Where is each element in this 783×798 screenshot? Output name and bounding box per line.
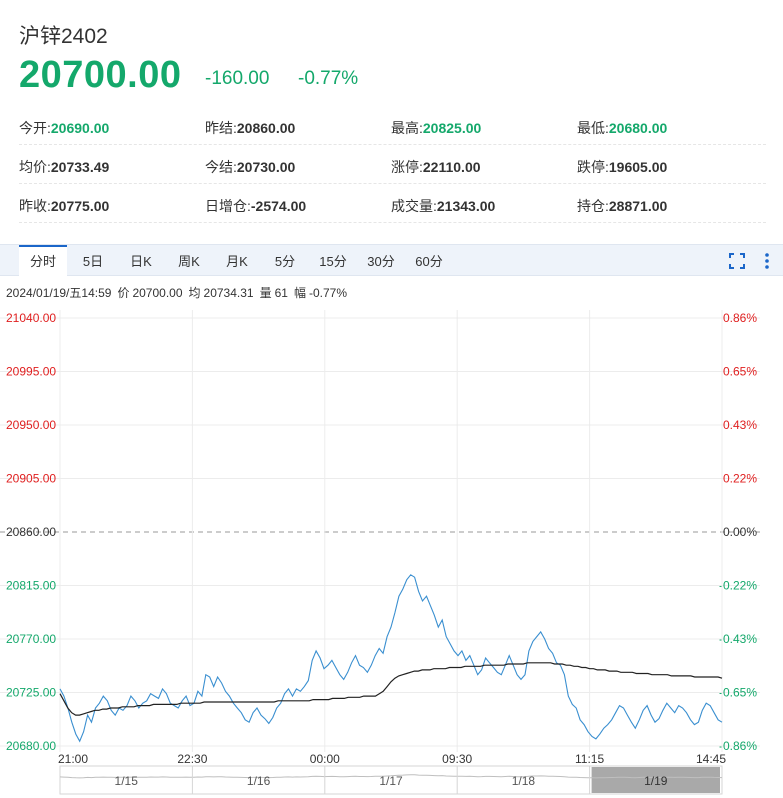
- chart-period-tabs: 分时 5日 日K 周K 月K 5分 15分 30分 60分: [0, 244, 783, 276]
- info-datetime: 2024/01/19/五14:59: [6, 286, 112, 300]
- stat-item: 最高:20825.00: [391, 118, 481, 138]
- y-tick-label-left: 20950.00: [6, 418, 56, 432]
- tab-period[interactable]: 分时: [19, 245, 67, 276]
- tab-period[interactable]: 15分: [313, 245, 353, 276]
- stat-label: 涨停:: [391, 159, 423, 175]
- x-tick-label: 21:00: [58, 752, 88, 766]
- stat-value: 20733.49: [50, 159, 110, 175]
- y-tick-label-left: 20905.00: [6, 472, 56, 486]
- stat-label: 最低:: [577, 120, 609, 136]
- stats-row: 昨收:20775.00 日增仓:-2574.00 成交量:21343.00 持仓:28…: [19, 184, 766, 223]
- info-price: 20700.00: [132, 286, 183, 300]
- y-tick-label-left: 20860.00: [6, 525, 56, 539]
- stat-item: 今结:20730.00: [205, 157, 295, 177]
- tab-period[interactable]: 30分: [361, 245, 401, 276]
- stat-item: 涨停:22110.00: [391, 157, 481, 177]
- y-tick-label-right: -0.86%: [719, 739, 757, 753]
- y-tick-label-right: 0.43%: [723, 418, 757, 432]
- y-tick-label-left: 20815.00: [6, 579, 56, 593]
- y-tick-label-right: -0.43%: [719, 632, 757, 646]
- y-tick-label-left: 20995.00: [6, 365, 56, 379]
- stat-label: 今开:: [19, 120, 51, 136]
- stats-row: 均价:20733.49 今结:20730.00 涨停:22110.00 跌停:1960…: [19, 145, 766, 184]
- stat-item: 最低:20680.00: [577, 118, 667, 138]
- stat-label: 跌停:: [577, 159, 609, 175]
- stat-label: 最高:: [391, 120, 423, 136]
- price-change: -160.00: [205, 68, 270, 89]
- navigator-date-label: 1/17: [379, 774, 403, 788]
- stat-item: 跌停:19605.00: [577, 157, 667, 177]
- x-tick-label: 00:00: [310, 752, 340, 766]
- last-price: 20700.00: [19, 54, 182, 96]
- info-vol-label: 量: [259, 286, 272, 300]
- x-tick-label: 09:30: [442, 752, 472, 766]
- navigator-date-label: 1/15: [115, 774, 139, 788]
- stat-value: 20690.00: [50, 120, 110, 136]
- x-tick-label: 11:15: [575, 752, 604, 766]
- stat-item: 日增仓:-2574.00: [205, 196, 306, 216]
- stat-value: 19605.00: [608, 159, 668, 175]
- y-tick-label-left: 21040.00: [6, 311, 56, 325]
- stat-item: 昨结:20860.00: [205, 118, 295, 138]
- stat-item: 成交量:21343.00: [391, 196, 495, 216]
- stat-item: 持仓:28871.00: [577, 196, 667, 216]
- stats-row: 今开:20690.00 昨结:20860.00 最高:20825.00 最低:2068…: [19, 106, 766, 145]
- intraday-price-chart[interactable]: 21040.00 0.86% 20995.00 0.65% 20950.00 0.43% 2…: [0, 300, 783, 798]
- info-price-label: 价: [117, 286, 130, 300]
- navigator-date-label: 1/18: [512, 774, 536, 788]
- price-line: [59, 574, 723, 743]
- navigator-date-label: 1/16: [247, 774, 271, 788]
- stat-label: 成交量:: [391, 198, 437, 214]
- fullscreen-icon[interactable]: [728, 252, 746, 270]
- stat-label: 日增仓:: [205, 198, 251, 214]
- info-avg: 20734.31: [203, 286, 254, 300]
- y-tick-label-right: -0.65%: [719, 686, 757, 700]
- y-tick-label-left: 20725.00: [6, 686, 56, 700]
- crosshair-info-line: 2024/01/19/五14:59 价 20700.00 均 20734.31 量 61 幅 -…: [6, 284, 353, 301]
- stat-value: 28871.00: [608, 198, 668, 214]
- stat-value: 22110.00: [422, 159, 481, 175]
- stat-label: 今结:: [205, 159, 237, 175]
- info-vol: 61: [274, 286, 288, 300]
- stat-label: 持仓:: [577, 198, 609, 214]
- info-avg-label: 均: [188, 286, 201, 300]
- quote-stats-panel: 今开:20690.00 昨结:20860.00 最高:20825.00 最低:2068…: [19, 106, 766, 223]
- x-tick-label: 22:30: [177, 752, 207, 766]
- stat-value: -2574.00: [250, 198, 307, 214]
- stat-label: 昨收:: [19, 198, 51, 214]
- stat-value: 20860.00: [236, 120, 296, 136]
- stat-item: 均价:20733.49: [19, 157, 109, 177]
- stat-value: 20730.00: [236, 159, 296, 175]
- stat-item: 昨收:20775.00: [19, 196, 109, 216]
- contract-title: 沪锌2402: [19, 25, 108, 48]
- y-tick-label-left: 20770.00: [6, 632, 56, 646]
- tab-period[interactable]: 日K: [121, 245, 161, 276]
- stat-value: 20775.00: [50, 198, 110, 214]
- stat-value: 20680.00: [608, 120, 668, 136]
- tab-period[interactable]: 月K: [217, 245, 257, 276]
- navigator-date-label: 1/19: [644, 774, 668, 788]
- tab-period[interactable]: 周K: [169, 245, 209, 276]
- y-tick-label-right: -0.22%: [719, 579, 757, 593]
- tab-period[interactable]: 60分: [409, 245, 449, 276]
- stat-label: 昨结:: [205, 120, 237, 136]
- y-tick-label-right: 0.86%: [723, 311, 757, 325]
- y-tick-label-right: 0.65%: [723, 365, 757, 379]
- stat-label: 均价:: [19, 159, 51, 175]
- stat-item: 今开:20690.00: [19, 118, 109, 138]
- y-tick-label-right: 0.22%: [723, 472, 757, 486]
- x-tick-label: 14:45: [696, 752, 726, 766]
- info-amp: -0.77%: [308, 286, 348, 300]
- price-change-percent: -0.77%: [298, 68, 359, 89]
- tab-period[interactable]: 5日: [73, 245, 113, 276]
- y-tick-label-left: 20680.00: [6, 739, 56, 753]
- y-tick-label-right: 0.00%: [723, 525, 757, 539]
- tab-period[interactable]: 5分: [265, 245, 305, 276]
- stat-value: 21343.00: [436, 198, 496, 214]
- stat-value: 20825.00: [422, 120, 482, 136]
- info-amp-label: 幅: [293, 286, 306, 300]
- more-vertical-icon[interactable]: [758, 252, 776, 270]
